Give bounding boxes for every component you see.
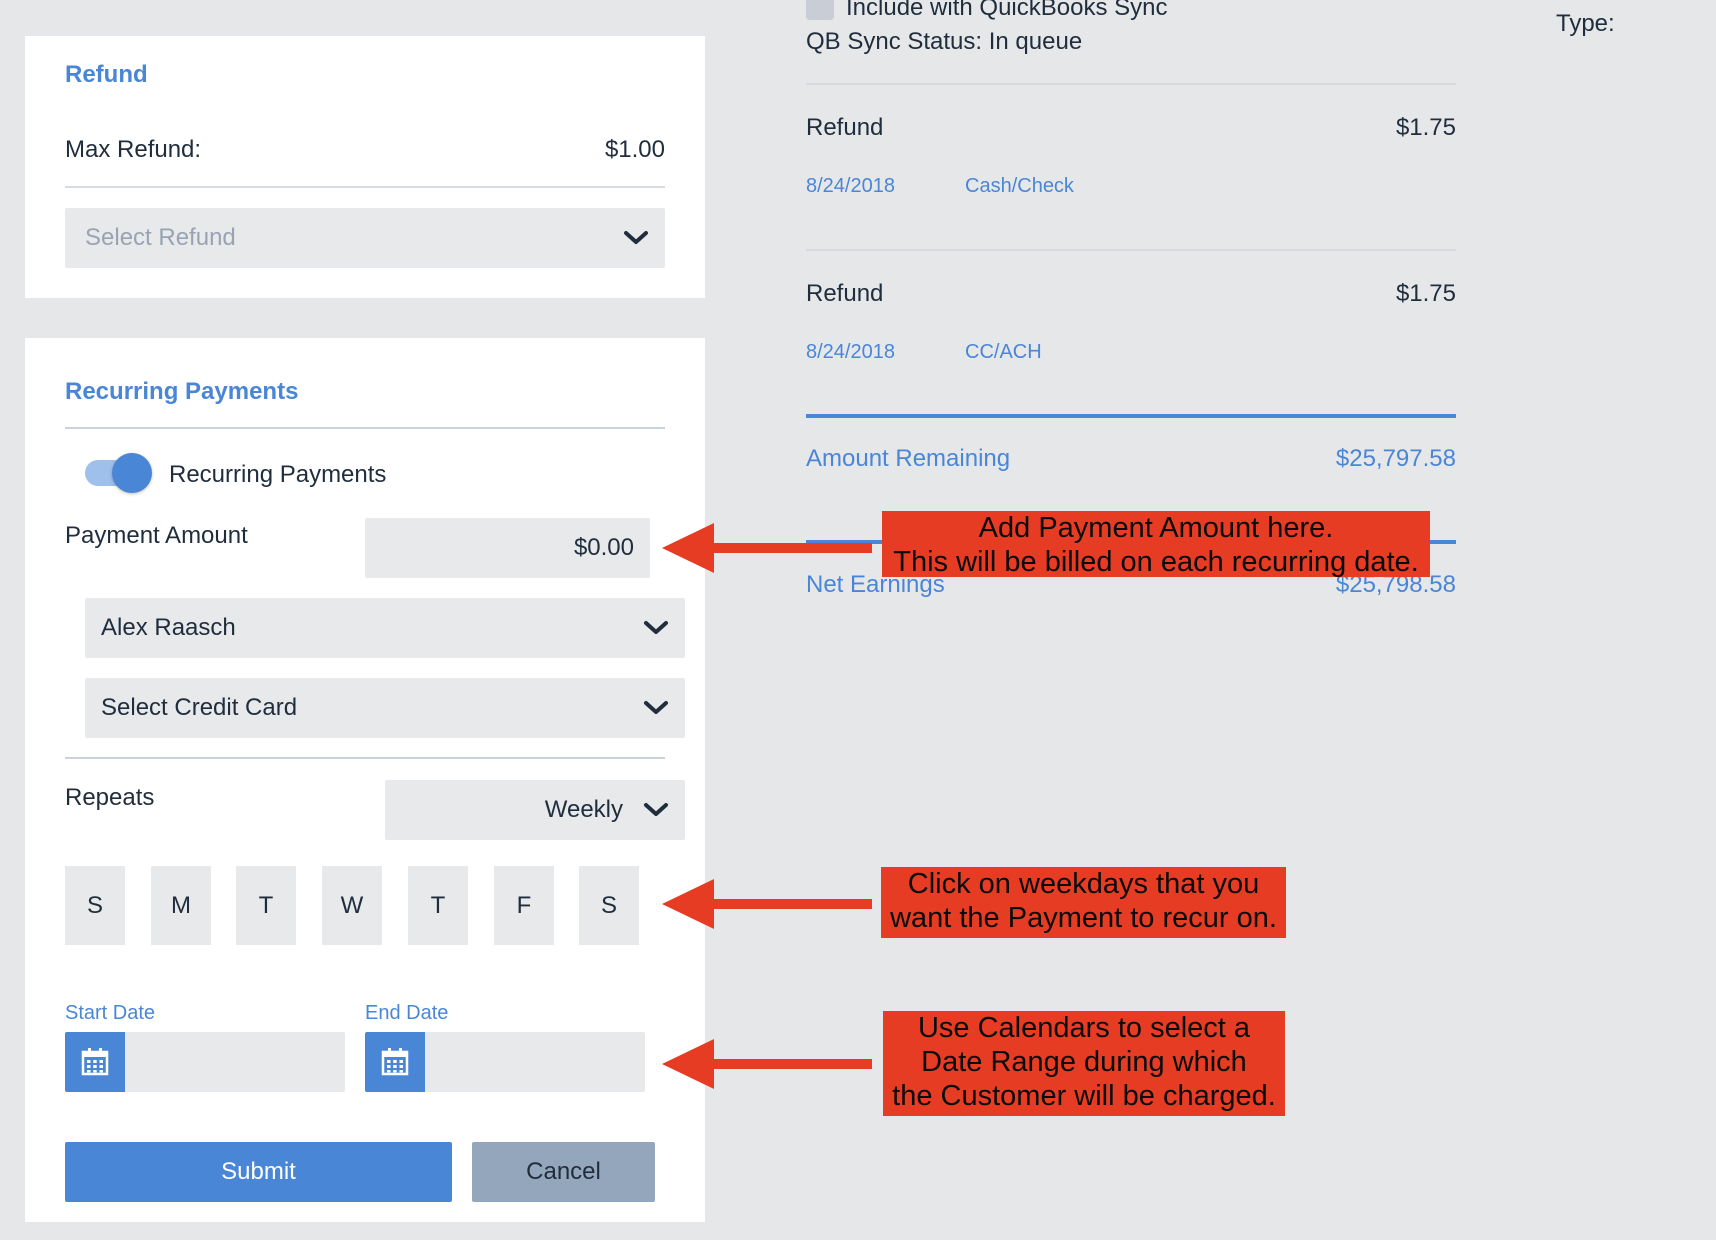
customer-select-value: Alex Raasch <box>101 614 236 641</box>
start-date-calendar-button[interactable] <box>65 1032 125 1092</box>
toggle-label: Recurring Payments <box>169 461 387 488</box>
amount-remaining-label: Amount Remaining <box>806 445 1011 472</box>
submit-button[interactable]: Submit <box>65 1142 452 1202</box>
divider <box>65 427 665 429</box>
annotation-payment-amount: Add Payment Amount here. This will be bi… <box>882 511 1430 578</box>
toggle-knob <box>112 453 152 493</box>
arrow-left-icon <box>662 879 872 929</box>
weekday-thursday[interactable]: T <box>408 866 468 945</box>
divider <box>65 186 665 188</box>
calendar-icon <box>81 1048 109 1076</box>
max-refund-label: Max Refund: <box>65 136 202 163</box>
annotation-line: the Customer will be charged. <box>892 1080 1276 1112</box>
chevron-down-icon <box>644 803 668 816</box>
qb-sync-status: QB Sync Status: In queue <box>806 28 1083 55</box>
weekday-saturday[interactable]: S <box>579 866 639 945</box>
annotation-line: want the Payment to recur on. <box>890 902 1277 934</box>
transaction-title: Refund <box>806 280 884 307</box>
qb-sync-label: Include with QuickBooks Sync <box>846 0 1168 21</box>
annotation-line: Click on weekdays that you <box>907 868 1260 900</box>
payment-amount-label: Payment Amount <box>65 522 248 549</box>
recurring-toggle[interactable] <box>85 452 155 493</box>
payment-amount-value: $0.00 <box>573 534 634 561</box>
max-refund-value: $1.00 <box>604 136 665 163</box>
divider <box>65 757 665 759</box>
chevron-down-icon <box>644 701 668 714</box>
transaction-method: Cash/Check <box>965 175 1074 197</box>
total-divider <box>806 414 1456 418</box>
refund-select[interactable]: Select Refund <box>65 208 665 268</box>
end-date-label: End Date <box>365 1002 449 1024</box>
recurring-title: Recurring Payments <box>65 378 299 405</box>
annotation-calendars: Use Calendars to select a Date Range dur… <box>883 1011 1285 1116</box>
weekday-friday[interactable]: F <box>494 866 554 945</box>
weekday-wednesday[interactable]: W <box>322 866 382 945</box>
chevron-down-icon <box>624 231 648 244</box>
annotation-line: Use Calendars to select a <box>917 1012 1251 1044</box>
weekday-tuesday[interactable]: T <box>236 866 296 945</box>
transaction-amount: $1.75 <box>1395 114 1456 141</box>
transaction-title: Refund <box>806 114 884 141</box>
transaction-date: 8/24/2018 <box>806 341 895 363</box>
amount-remaining-value: $25,797.58 <box>1335 445 1456 472</box>
customer-select[interactable]: Alex Raasch <box>85 598 685 658</box>
annotation-line: This will be billed on each recurring da… <box>893 546 1419 578</box>
arrow-left-icon <box>662 1039 872 1089</box>
annotation-line: Add Payment Amount here. <box>978 512 1334 544</box>
annotation-line: Date Range during which <box>921 1046 1247 1078</box>
weekday-sunday[interactable]: S <box>65 866 125 945</box>
payment-amount-input[interactable]: $0.00 <box>365 518 650 578</box>
repeats-select-value: Weekly <box>544 796 623 823</box>
calendar-icon <box>381 1048 409 1076</box>
cancel-button[interactable]: Cancel <box>472 1142 655 1202</box>
transaction-method: CC/ACH <box>965 341 1042 363</box>
weekday-monday[interactable]: M <box>151 866 211 945</box>
credit-card-select-value: Select Credit Card <box>101 694 298 721</box>
divider <box>806 249 1456 251</box>
arrow-left-icon <box>662 523 872 573</box>
type-label: Type: <box>1556 10 1615 37</box>
repeats-label: Repeats <box>65 784 155 811</box>
transaction-date: 8/24/2018 <box>806 175 895 197</box>
divider <box>806 83 1456 85</box>
end-date-calendar-button[interactable] <box>365 1032 425 1092</box>
annotation-weekdays: Click on weekdays that you want the Paym… <box>881 867 1286 938</box>
credit-card-select[interactable]: Select Credit Card <box>85 678 685 738</box>
refund-title: Refund <box>65 61 148 88</box>
qb-sync-checkbox[interactable] <box>806 0 834 20</box>
chevron-down-icon <box>644 621 668 634</box>
repeats-select[interactable]: Weekly <box>385 780 685 840</box>
transaction-amount: $1.75 <box>1395 280 1456 307</box>
start-date-label: Start Date <box>65 1002 156 1024</box>
refund-select-placeholder: Select Refund <box>85 224 236 251</box>
